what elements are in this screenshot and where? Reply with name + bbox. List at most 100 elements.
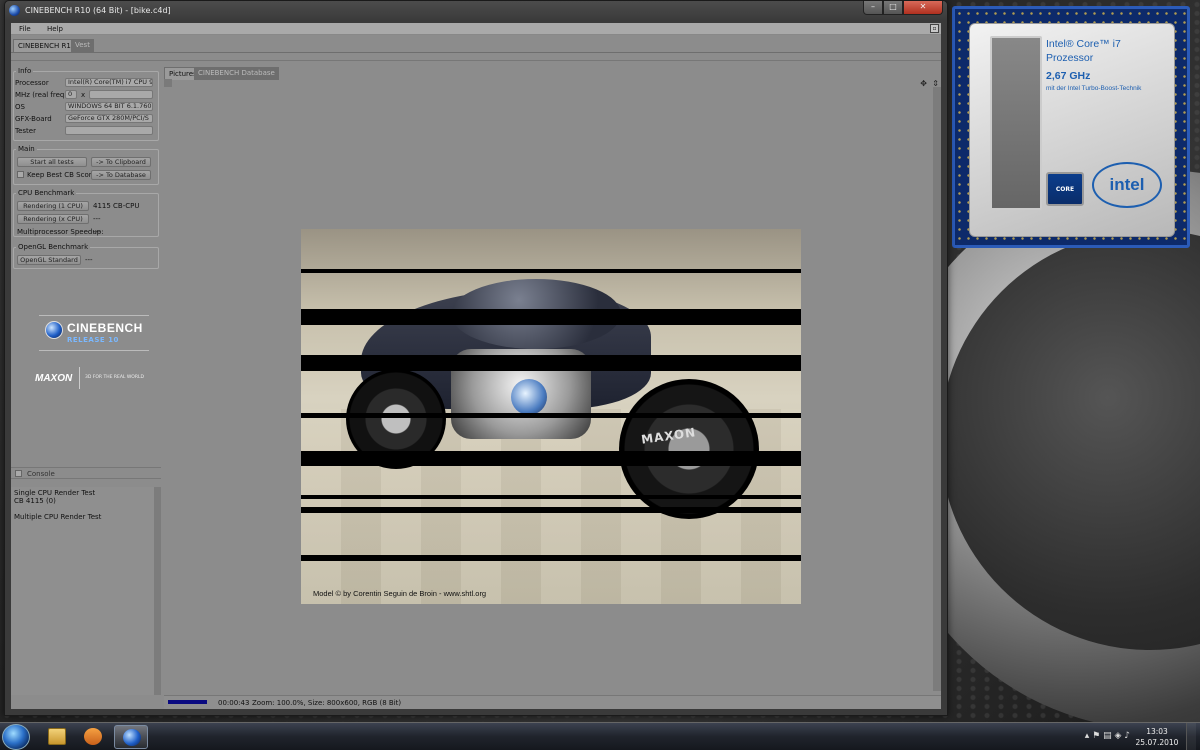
rendering-1cpu-button[interactable]: Rendering (1 CPU) — [17, 201, 89, 211]
render-time: 00:00:43 — [218, 699, 250, 707]
start-all-tests-button[interactable]: Start all tests — [17, 157, 87, 167]
rendering-xcpu-score: --- — [93, 215, 101, 223]
rendering-xcpu-button[interactable]: Rendering (x CPU) — [17, 214, 89, 224]
render-bucket-stripe — [301, 309, 801, 325]
window-controls: – □ ✕ — [863, 1, 943, 17]
processor-label: Processor — [15, 79, 49, 87]
gfx-field[interactable]: GeForce GTX 280M/PCI/S — [65, 114, 153, 123]
restore-icon[interactable]: ▫ — [930, 24, 939, 33]
render-info: Zoom: 100.0%, Size: 800x600, RGB (8 Bit) — [252, 699, 402, 707]
console-title: Console — [27, 470, 55, 478]
minimize-button[interactable]: – — [863, 1, 883, 15]
app-tabs: CINEBENCH R10 Vest — [11, 35, 941, 53]
explorer-folder-icon — [48, 728, 66, 745]
render-bucket-stripe — [301, 495, 801, 499]
keep-best-label: Keep Best CB Score — [27, 171, 96, 179]
mhz-x-label: x — [81, 91, 86, 99]
gfx-label: GFX-Board — [15, 115, 52, 123]
mhz-field[interactable]: 0 — [65, 90, 77, 99]
rendering-1cpu-score: 4115 CB-CPU — [93, 202, 140, 210]
render-bucket-stripe — [301, 269, 801, 273]
menu-bar: File Help ▫ — [11, 23, 941, 35]
info-legend: Info — [18, 67, 32, 75]
bike-headlight — [511, 379, 547, 415]
panel-grip[interactable] — [11, 53, 941, 61]
console-line: Single CPU Render Test — [14, 489, 96, 497]
left-panel: Info Processor Intel(R) Core(TM) i7 CPU … — [11, 63, 161, 709]
intel-line4: mit der Intel Turbo-Boost-Technik — [1046, 85, 1142, 92]
window-title: CINEBENCH R10 (64 Bit) - [bike.c4d] — [25, 6, 171, 15]
tester-field[interactable] — [65, 126, 153, 135]
mhz-multiplier-field[interactable] — [89, 90, 153, 99]
taskbar-explorer[interactable] — [40, 725, 74, 749]
opengl-standard-button[interactable]: OpenGL Standard — [17, 255, 81, 265]
render-bucket-stripe — [301, 413, 801, 418]
badge-slot — [990, 36, 1042, 210]
status-bar: 00:00:43 Zoom: 100.0%, Size: 800x600, RG… — [164, 695, 941, 709]
keep-best-checkbox[interactable] — [17, 171, 24, 178]
opengl-score: --- — [85, 256, 93, 264]
core-logo-icon: CORE — [1046, 172, 1084, 206]
client-area: CINEBENCH R10 Vest Info Processor Intel(… — [11, 35, 941, 709]
cinebench-icon — [123, 729, 141, 746]
maximize-button[interactable]: □ — [883, 1, 903, 15]
cinebench-app-icon — [9, 5, 20, 16]
mhz-label: MHz (real freq.) — [15, 91, 70, 99]
os-label: OS — [15, 103, 25, 111]
logo-release-text: RELEASE 10 — [67, 336, 119, 344]
media-player-icon — [84, 728, 102, 745]
render-bucket-stripe — [301, 355, 801, 371]
menu-file[interactable]: File — [11, 23, 37, 33]
main-legend: Main — [18, 145, 35, 153]
model-credit: Model © by Corentin Seguin de Broin - ww… — [313, 589, 487, 598]
to-clipboard-button[interactable]: -> To Clipboard — [91, 157, 151, 167]
processor-field[interactable]: Intel(R) Core(TM) i7 CPU 920 @ 2.67GHz — [65, 78, 153, 87]
badge-plate: Intel® Core™ i7 Prozessor 2,67 GHz mit d… — [969, 23, 1175, 237]
cinebench-logo: CINEBENCH RELEASE 10 MAXON 3D FOR THE RE… — [31, 309, 151, 399]
console-scrollbar[interactable] — [154, 487, 161, 695]
to-database-button[interactable]: -> To Database — [91, 170, 151, 180]
render-bucket-stripe — [301, 507, 801, 513]
start-orb-icon[interactable] — [2, 724, 30, 750]
tray-icons[interactable]: ▴ ⚑ ▤ ◈ ♪ — [1085, 731, 1130, 741]
console-line: CB 4115 (0) — [14, 497, 56, 505]
console-line: Multiple CPU Render Test — [14, 513, 102, 521]
logo-cinebench-text: CINEBENCH — [67, 321, 143, 335]
render-progress-bar — [168, 700, 207, 704]
taskbar-media-player[interactable] — [76, 725, 110, 749]
render-viewport[interactable]: MAXON Model © by Corentin Seguin de Broi… — [164, 87, 933, 691]
title-bar[interactable]: CINEBENCH R10 (64 Bit) - [bike.c4d] – □ … — [5, 1, 947, 21]
maxon-slogan: 3D FOR THE REAL WORLD — [85, 375, 144, 380]
show-desktop-button[interactable] — [1186, 723, 1196, 750]
intel-core-i7-gadget[interactable]: Intel® Core™ i7 Prozessor 2,67 GHz mit d… — [952, 6, 1190, 248]
console-output[interactable]: Single CPU Render Test CB 4115 (0) Multi… — [11, 487, 154, 695]
intel-line3: 2,67 GHz — [1046, 70, 1091, 82]
console-gap — [14, 505, 151, 513]
clock-time[interactable]: 13:03 — [1132, 727, 1182, 736]
cpu-legend: CPU Benchmark — [18, 189, 75, 197]
taskbar-cinebench[interactable] — [114, 725, 148, 749]
taskbar: ▴ ⚑ ▤ ◈ ♪ 13:03 25.07.2010 — [0, 722, 1200, 750]
pictures-panel: Pictures CINEBENCH Database ✥ ⇕ MAXON Mo… — [164, 63, 941, 709]
cinebench-window: CINEBENCH R10 (64 Bit) - [bike.c4d] – □ … — [4, 0, 948, 716]
tab-vest[interactable]: Vest — [71, 39, 94, 52]
render-bucket-stripe — [301, 555, 801, 561]
speedup-label: Multiprocessor Speedup: — [17, 228, 104, 236]
tab-cinebench-database[interactable]: CINEBENCH Database — [194, 67, 279, 80]
menu-help[interactable]: Help — [39, 23, 69, 33]
viewport-scrollbar[interactable] — [933, 87, 941, 691]
speedup-value: --- — [93, 228, 101, 236]
os-field[interactable]: WINDOWS 64 BIT 6.1.760 — [65, 102, 153, 111]
picture-tabs: Pictures CINEBENCH Database ✥ ⇕ — [164, 67, 941, 88]
picture-grip[interactable] — [164, 79, 172, 87]
render-image: MAXON Model © by Corentin Seguin de Broi… — [301, 229, 801, 604]
console-header[interactable]: Console — [11, 467, 161, 479]
maxon-logo: MAXON — [35, 373, 73, 384]
globe-icon — [45, 321, 63, 339]
clock-date[interactable]: 25.07.2010 — [1132, 738, 1182, 747]
intel-logo-icon: intel — [1092, 162, 1162, 208]
console-checkbox[interactable] — [15, 470, 22, 477]
tester-label: Tester — [15, 127, 36, 135]
close-button[interactable]: ✕ — [903, 1, 943, 15]
intel-line1: Intel® Core™ i7 — [1046, 38, 1121, 50]
